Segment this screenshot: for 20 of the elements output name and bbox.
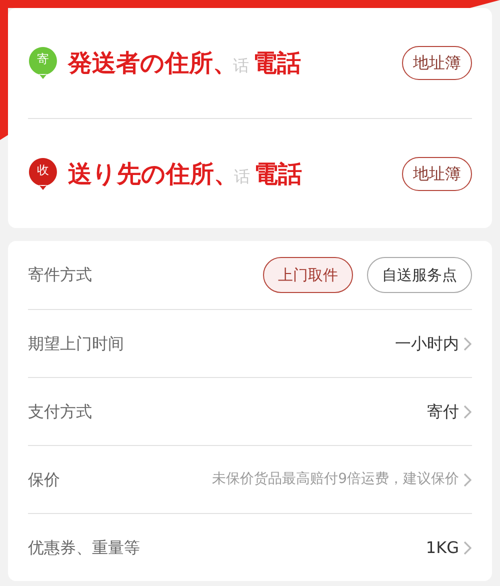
chevron-right-icon bbox=[463, 404, 472, 420]
row-value[interactable]: 一小时内 bbox=[395, 332, 459, 356]
row-label: 支付方式 bbox=[28, 400, 92, 422]
address-book-button[interactable]: 地址簿 bbox=[402, 46, 472, 80]
row-label: 寄件方式 bbox=[28, 264, 92, 286]
row-value[interactable]: 寄付 bbox=[427, 400, 459, 424]
annotation-text: 電話 bbox=[254, 158, 302, 190]
annotation-text: 電話 bbox=[253, 48, 301, 79]
badge-label: 寄 bbox=[36, 51, 50, 67]
address-book-button[interactable]: 地址簿 bbox=[402, 156, 472, 190]
option-chip[interactable]: 自送服务点 bbox=[367, 257, 472, 293]
chevron-right-icon bbox=[463, 336, 472, 352]
chevron-right-icon bbox=[463, 472, 472, 488]
row-label: 优惠券、重量等 bbox=[28, 536, 140, 558]
chevron-right-icon bbox=[463, 540, 472, 556]
row-label: 保价 bbox=[28, 468, 60, 490]
badge-label: 收 bbox=[36, 162, 50, 178]
row-label: 期望上门时间 bbox=[28, 332, 124, 354]
option-chip[interactable]: 上门取件 bbox=[263, 257, 353, 293]
row-value[interactable]: 1KG bbox=[426, 536, 459, 560]
